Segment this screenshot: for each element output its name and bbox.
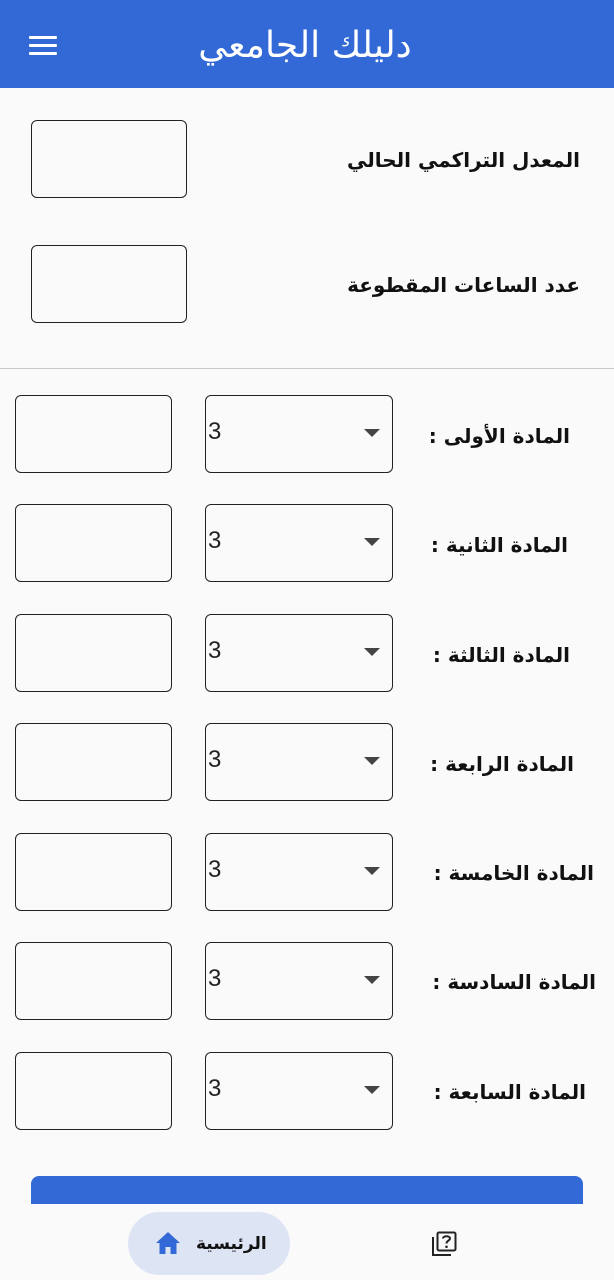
hours-label: عدد الساعات المقطوعة [347,273,580,297]
caret-down-icon [364,976,380,984]
credit-hours-value: 3 [208,418,222,445]
caret-down-icon [364,867,380,875]
grade-input[interactable] [15,1052,172,1130]
credit-hours-value: 3 [208,527,222,554]
home-icon [156,1232,180,1254]
app-bar: دليلك الجامعي [0,0,614,88]
caret-down-icon [364,538,380,546]
credit-hours-value: 3 [208,1075,222,1102]
subject-label: المادة السابعة : [433,1080,586,1104]
nav-home-button[interactable]: الرئيسية [128,1212,290,1275]
subject-label: المادة الأولى : [428,424,570,448]
credit-hours-select[interactable]: 3 [205,395,393,473]
bottom-navigation: الرئيسية [0,1204,614,1280]
hours-input[interactable] [31,245,187,323]
credit-hours-select[interactable]: 3 [205,723,393,801]
grade-input[interactable] [15,395,172,473]
credit-hours-select[interactable]: 3 [205,504,393,582]
grade-input[interactable] [15,504,172,582]
caret-down-icon [364,1086,380,1094]
grade-input[interactable] [15,723,172,801]
gpa-label: المعدل التراكمي الحالي [346,148,580,172]
app-title: دليلك الجامعي [198,25,412,66]
nav-guide-button[interactable] [430,1230,458,1262]
summary-section: المعدل التراكمي الحالي عدد الساعات المقط… [0,88,614,369]
question-book-icon [432,1231,457,1256]
grade-input[interactable] [15,833,172,911]
subject-label: المادة الرابعة : [430,752,574,776]
subject-label: المادة الخامسة : [433,861,594,885]
caret-down-icon [364,757,380,765]
subject-label: المادة الثالثة : [432,643,570,667]
gpa-input[interactable] [31,120,187,198]
credit-hours-select[interactable]: 3 [205,614,393,692]
subject-label: المادة السادسة : [432,970,596,994]
caret-down-icon [364,648,380,656]
credit-hours-value: 3 [208,856,222,883]
credit-hours-select[interactable]: 3 [205,1052,393,1130]
grade-input[interactable] [15,614,172,692]
caret-down-icon [364,429,380,437]
credit-hours-value: 3 [208,965,222,992]
grade-input[interactable] [15,942,172,1020]
calculate-button[interactable] [31,1176,583,1206]
menu-icon[interactable] [26,30,60,60]
subject-label: المادة الثانية : [430,533,568,557]
nav-home-label: الرئيسية [196,1234,267,1254]
credit-hours-select[interactable]: 3 [205,833,393,911]
credit-hours-value: 3 [208,746,222,773]
credit-hours-select[interactable]: 3 [205,942,393,1020]
credit-hours-value: 3 [208,637,222,664]
